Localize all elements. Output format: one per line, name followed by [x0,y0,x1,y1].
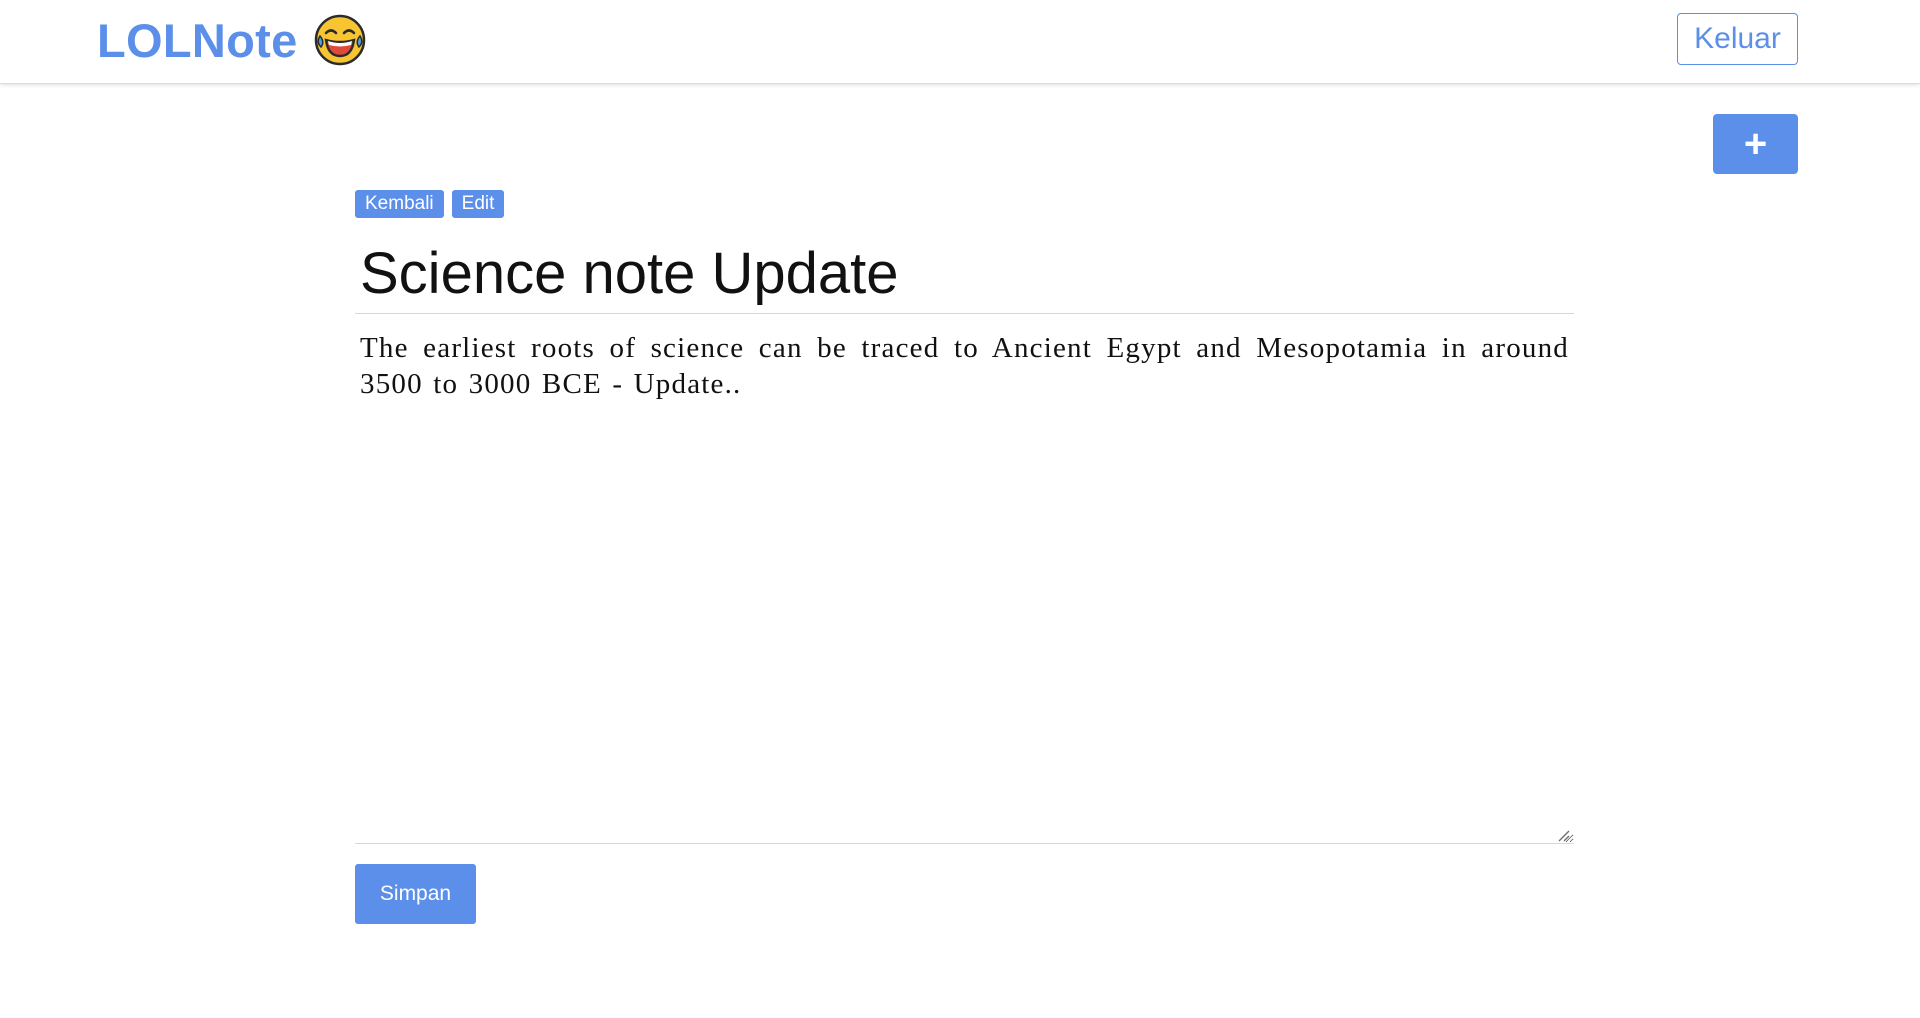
brand-link[interactable]: LOLNote [97,10,366,70]
note-body-textarea[interactable]: The earliest roots of science can be tra… [355,330,1574,844]
logout-button[interactable]: Keluar [1677,13,1798,65]
laughing-emoji-icon [314,14,366,66]
save-button[interactable]: Simpan [355,864,476,924]
navbar: LOLNote Keluar [0,0,1920,84]
resize-grip-icon[interactable] [1556,828,1570,842]
note-actions: Kembali Edit [355,190,505,218]
note-title-input[interactable] [355,234,1574,314]
edit-button[interactable]: Edit [451,190,505,218]
back-button[interactable]: Kembali [355,190,444,218]
add-note-button[interactable]: + [1713,114,1798,174]
brand-title: LOLNote [97,13,298,67]
